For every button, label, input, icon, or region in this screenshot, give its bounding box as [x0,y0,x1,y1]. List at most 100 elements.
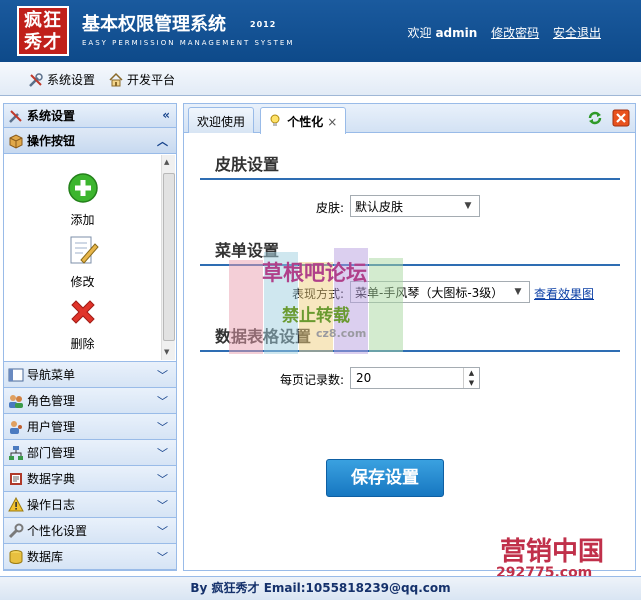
spinner-arrows-icon[interactable]: ▲ ▼ [463,368,479,388]
refresh-button[interactable] [585,108,605,128]
footer-text: By 疯狂秀才 Email:1055818239@qq.com [190,581,451,595]
toolbar-dev-platform-label: 开发平台 [127,73,176,87]
add-icon [67,173,98,203]
sidebar-header: 系统设置 « [4,104,176,128]
chevron-down-icon: ▼ [514,287,522,297]
sidebar-item-database[interactable]: 数据库 ﹀ [4,544,176,570]
tab-welcome[interactable]: 欢迎使用 [188,107,255,133]
header-links: 欢迎 admin 修改密码 安全退出 [397,24,601,41]
top-toolbar: 系统设置 开发平台 [0,62,641,96]
sidebar-item-label: 导航菜单 [27,368,76,382]
tab-label: 个性化 [287,115,324,129]
edit-button[interactable]: 修改 [4,234,161,290]
logout-link[interactable]: 安全退出 [553,26,601,40]
collapse-left-icon[interactable]: « [162,108,170,122]
save-settings-button[interactable]: 保存设置 [326,459,444,497]
skin-select[interactable]: 默认皮肤 ▼ [350,195,480,217]
close-icon[interactable]: × [327,115,337,129]
chevron-down-icon: ﹀ [157,473,168,486]
sidebar: 系统设置 « 操作按钮 ︿ 添加 修改 删除 ▲ ▼ 导航菜单 ﹀ 角色管理 ﹀… [3,103,177,571]
tools-icon [8,108,24,124]
app-logo: 疯狂 秀才 [17,6,69,56]
sidebar-item-users[interactable]: 用户管理 ﹀ [4,414,176,440]
org-chart-icon [8,445,24,461]
tools-icon [28,72,44,88]
book-icon [8,471,24,487]
chevron-down-icon: ﹀ [157,395,168,408]
sidebar-section-buttons[interactable]: 操作按钮 ︿ [4,128,176,154]
settings-form: 皮肤设置 皮肤: 默认皮肤 ▼ 菜单设置 表现方式: 菜单-手风琴（大图标-3级… [184,133,635,581]
toolbar-dev-platform[interactable]: 开发平台 [108,71,175,88]
menu-style-label: 表现方式: [291,287,344,301]
change-password-link[interactable]: 修改密码 [491,26,539,40]
sidebar-item-logs[interactable]: 操作日志 ﹀ [4,492,176,518]
skin-section-title: 皮肤设置 [215,155,280,174]
close-panel-button[interactable] [611,108,631,128]
sidebar-item-label: 角色管理 [27,394,76,408]
toolbar-system-settings[interactable]: 系统设置 [28,71,95,88]
welcome-text: 欢迎 [407,26,432,40]
chevron-down-icon: ﹀ [157,421,168,434]
sidebar-scrollbar[interactable]: ▲ ▼ [161,155,175,360]
chevron-down-icon: ﹀ [157,499,168,512]
tab-personalize[interactable]: 个性化 × [260,107,347,134]
chevron-down-icon: ﹀ [157,369,168,382]
edit-button-label: 修改 [70,275,95,289]
corner-watermark-title: 营销中国 [500,537,605,567]
watermark-text: cz8.com [316,327,367,340]
username: admin [435,26,478,40]
page-size-label: 每页记录数: [279,373,344,387]
sidebar-item-label: 数据字典 [27,472,76,486]
sidebar-item-label: 用户管理 [27,420,76,434]
add-button[interactable]: 添加 [4,172,161,228]
section-divider [200,178,620,180]
refresh-icon [588,111,602,125]
delete-button-label: 删除 [70,337,95,351]
chevron-down-icon: ﹀ [157,447,168,460]
sidebar-item-nav-menu[interactable]: 导航菜单 ﹀ [4,362,176,388]
sidebar-title: 系统设置 [27,109,76,123]
tab-label: 欢迎使用 [197,115,246,129]
sidebar-item-label: 个性化设置 [27,524,88,538]
box-icon [8,133,24,149]
scroll-up-icon[interactable]: ▲ [164,158,169,166]
tab-bar: 欢迎使用 个性化 × [184,104,635,134]
add-button-label: 添加 [70,213,95,227]
sidebar-item-roles[interactable]: 角色管理 ﹀ [4,388,176,414]
sidebar-item-dictionary[interactable]: 数据字典 ﹀ [4,466,176,492]
section-divider [200,350,620,352]
app-subtitle: EASY PERMISSION MANAGEMENT SYSTEM [82,39,295,47]
sidebar-item-departments[interactable]: 部门管理 ﹀ [4,440,176,466]
header-banner: 疯狂 秀才 基本权限管理系统 2012 EASY PERMISSION MANAG… [0,0,641,62]
section-body-buttons: 添加 修改 删除 ▲ ▼ [4,154,176,362]
chevron-up-icon: ︿ [157,135,168,148]
wrench-icon [8,523,24,539]
page-size-value: 20 [356,371,372,385]
sidebar-section-label: 操作按钮 [27,134,76,148]
menu-style-select[interactable]: 菜单-手风琴（大图标-3级） ▼ [350,281,530,303]
sidebar-item-personalize[interactable]: 个性化设置 ﹀ [4,518,176,544]
menu-style-value: 菜单-手风琴（大图标-3级） [355,285,504,300]
main-panel: 欢迎使用 个性化 × 皮肤设置 皮肤: 默认皮肤 ▼ 菜单设置 表现方式: 菜单-… [183,103,636,581]
scroll-down-icon[interactable]: ▼ [164,348,169,356]
edit-icon [70,236,99,264]
app-year: 2012 [250,20,277,29]
preview-link[interactable]: 查看效果图 [534,285,594,302]
close-icon [612,109,630,127]
chevron-down-icon: ﹀ [157,551,168,564]
page-size-spinner[interactable]: 20 ▲ ▼ [350,367,480,389]
users-group-icon [8,393,24,409]
delete-button[interactable]: 删除 [4,296,161,352]
home-icon [108,72,124,88]
user-icon [8,419,24,435]
section-divider [200,264,620,266]
database-icon [8,549,24,565]
sidebar-item-label: 操作日志 [27,498,76,512]
skin-select-value: 默认皮肤 [355,199,404,214]
menu-section-title: 菜单设置 [215,241,280,260]
sidebar-item-label: 数据库 [27,550,64,564]
grid-section-title: 数据表格设置 [215,327,312,346]
scroll-thumb[interactable] [163,173,175,341]
toolbar-system-settings-label: 系统设置 [47,73,96,87]
footer: By 疯狂秀才 Email:1055818239@qq.com [0,576,641,600]
